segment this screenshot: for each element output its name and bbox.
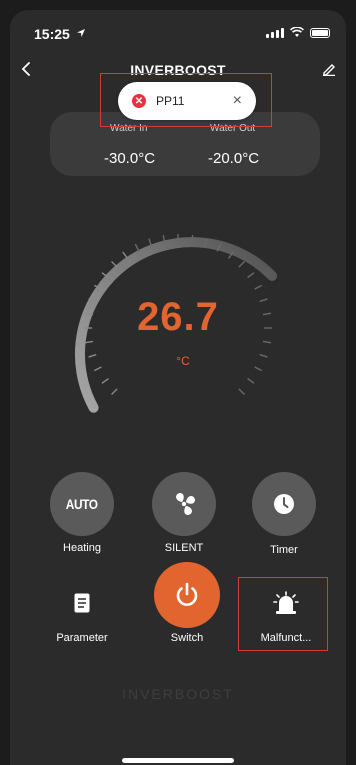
gauge-tick xyxy=(247,377,255,384)
gauge-tick xyxy=(238,388,245,395)
alarm-icon xyxy=(273,591,299,614)
fan-button[interactable] xyxy=(152,472,216,536)
switch-label: Switch xyxy=(170,632,204,644)
brand-watermark: INVERBOOST xyxy=(122,686,234,702)
temperature-unit: °C xyxy=(176,354,190,368)
error-code: PP11 xyxy=(156,94,185,108)
app-screen: 15:25 INVERBOOST Water In Water Out -30.… xyxy=(10,10,346,765)
fan-icon xyxy=(176,493,195,515)
gauge-tick xyxy=(247,272,255,279)
gauge-tick xyxy=(238,261,245,268)
gauge-tick xyxy=(101,377,109,384)
gauge-tick xyxy=(85,340,94,344)
fan-label: SILENT xyxy=(164,542,204,554)
home-indicator[interactable] xyxy=(122,758,234,763)
error-toast: ✕ PP11 × xyxy=(118,82,256,120)
error-icon: ✕ xyxy=(132,94,146,108)
power-icon xyxy=(176,582,198,606)
gauge-tick xyxy=(111,388,118,395)
close-icon[interactable]: × xyxy=(233,92,242,110)
power-button[interactable] xyxy=(154,562,220,628)
mode-button[interactable]: AUTO xyxy=(50,472,114,536)
auto-icon: AUTO xyxy=(66,496,98,512)
malfunction-button[interactable] xyxy=(264,585,308,629)
temperature-gauge[interactable] xyxy=(10,10,346,450)
malfunction-label: Malfunct... xyxy=(260,632,312,644)
document-icon xyxy=(74,593,90,613)
gauge-tick xyxy=(122,251,129,259)
parameter-button[interactable] xyxy=(60,585,104,629)
gauge-tick xyxy=(111,261,118,268)
temperature-value: 26.7 xyxy=(137,295,219,339)
timer-button[interactable] xyxy=(252,472,316,536)
mode-label: Heating xyxy=(63,542,101,554)
gauge-tick xyxy=(262,340,271,344)
gauge-tick xyxy=(134,243,140,252)
clock-icon xyxy=(274,494,294,514)
gauge-tick xyxy=(254,284,263,290)
parameter-label: Parameter xyxy=(56,632,108,644)
timer-label: Timer xyxy=(270,544,298,556)
